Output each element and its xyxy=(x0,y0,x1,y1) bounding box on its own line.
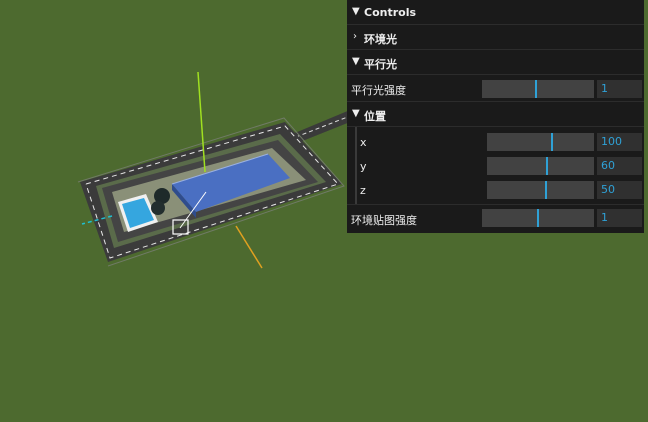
position-x-row: x 100 xyxy=(347,131,644,155)
folder-dir-light[interactable]: ▼ 平行光 xyxy=(347,50,644,75)
env-map-intensity-label: 环境贴图强度 xyxy=(351,214,417,227)
env-map-intensity-input[interactable]: 1 xyxy=(597,209,642,227)
slider-knob[interactable] xyxy=(545,181,547,199)
folder-position[interactable]: ▼ 位置 xyxy=(347,102,644,127)
position-z-slider[interactable] xyxy=(487,181,594,199)
position-y-label: y xyxy=(360,160,367,173)
position-x-slider[interactable] xyxy=(487,133,594,151)
controls-panel: ▼ Controls › 环境光 ▼ 平行光 平行光强度 1 ▼ 位置 x 10… xyxy=(347,0,644,233)
folder-dir-light-label: 平行光 xyxy=(364,58,397,71)
chevron-down-icon: ▼ xyxy=(352,108,360,119)
slider-knob[interactable] xyxy=(535,80,537,98)
folder-env-light-label: 环境光 xyxy=(364,33,397,46)
slider-knob[interactable] xyxy=(551,133,553,151)
chevron-down-icon: ▼ xyxy=(352,6,360,17)
dir-light-intensity-row: 平行光强度 1 xyxy=(347,75,644,102)
position-x-input[interactable]: 100 xyxy=(597,133,642,151)
position-z-input[interactable]: 50 xyxy=(597,181,642,199)
env-map-intensity-row: 环境贴图强度 1 xyxy=(347,206,644,233)
folder-env-light[interactable]: › 环境光 xyxy=(347,25,644,50)
chevron-right-icon: › xyxy=(353,31,357,42)
dir-light-intensity-input[interactable]: 1 xyxy=(597,80,642,98)
position-x-label: x xyxy=(360,136,367,149)
env-map-intensity-slider[interactable] xyxy=(482,209,594,227)
slider-knob[interactable] xyxy=(546,157,548,175)
controls-header[interactable]: ▼ Controls xyxy=(347,0,644,25)
folder-position-label: 位置 xyxy=(364,110,386,123)
position-y-row: y 60 xyxy=(347,155,644,179)
position-y-input[interactable]: 60 xyxy=(597,157,642,175)
chevron-down-icon: ▼ xyxy=(352,56,360,67)
position-z-row: z 50 xyxy=(347,179,644,205)
dir-light-intensity-slider[interactable] xyxy=(482,80,594,98)
controls-title: Controls xyxy=(364,6,417,19)
position-y-slider[interactable] xyxy=(487,157,594,175)
dir-light-intensity-label: 平行光强度 xyxy=(351,84,406,97)
slider-knob[interactable] xyxy=(537,209,539,227)
position-z-label: z xyxy=(360,184,366,197)
